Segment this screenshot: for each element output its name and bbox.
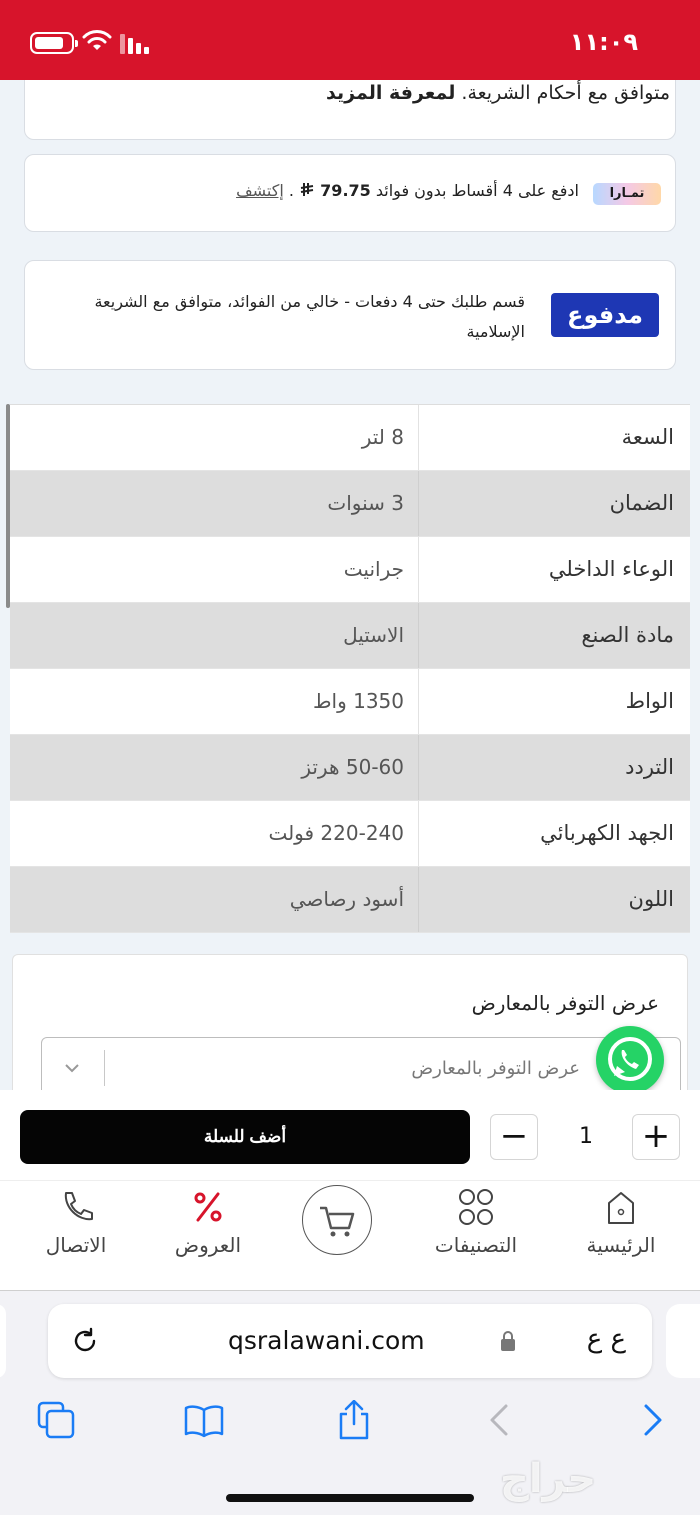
spec-value: 8 لتر [361,425,404,449]
table-row: التردد 50-60 هرتز [10,735,690,801]
nav-offers-label: العروض [174,1233,242,1257]
shariah-text: متوافق مع أحكام الشريعة. لمعرفة المزيد [326,82,670,104]
madfu-logo: مدفوع [551,293,659,337]
table-row: الجهد الكهربائي 220-240 فولت [10,801,690,867]
quantity-decrement-button[interactable]: − [490,1114,538,1160]
discover-link[interactable]: إكتشف [236,181,284,200]
table-row: الضمان 3 سنوات [10,471,690,537]
learn-more-link[interactable]: لمعرفة المزيد [326,82,455,104]
spec-label: الضمان [609,491,674,515]
availability-title: عرض التوفر بالمعارض [471,991,659,1015]
bookmarks-icon[interactable] [184,1400,224,1440]
forward-icon[interactable] [632,1400,672,1440]
battery-icon [30,32,78,54]
percent-icon [194,1192,222,1222]
product-page: متوافق مع أحكام الشريعة. لمعرفة المزيد ت… [0,80,700,1110]
specifications-table: السعة 8 لتر الضمان 3 سنوات الوعاء الداخل… [10,404,690,933]
table-row: السعة 8 لتر [10,405,690,471]
quantity-value: 1 [579,1124,593,1149]
phone-icon [64,1192,93,1221]
spec-value: 220-240 فولت [268,821,404,845]
showroom-select[interactable]: عرض التوفر بالمعارض [41,1037,681,1097]
spec-value: أسود رصاصي [289,887,404,911]
add-to-cart-bar: أضف للسلة − 1 + [0,1090,700,1180]
spec-label: مادة الصنع [581,623,674,647]
home-indicator[interactable] [226,1494,474,1502]
spec-label: الوعاء الداخلي [548,557,674,581]
address-bar[interactable]: qsralawani.com ع ع [48,1304,652,1378]
table-row: الوعاء الداخلي جرانيت [10,537,690,603]
chevron-down-icon [65,1064,79,1073]
tabs-icon[interactable] [36,1400,76,1440]
reload-icon[interactable] [70,1326,100,1356]
whatsapp-icon [608,1037,652,1081]
spec-value: الاستيل [343,623,404,647]
spec-label: التردد [625,755,674,779]
reader-settings-button[interactable]: ع ع [587,1324,626,1354]
nav-call[interactable]: الاتصال [30,1187,122,1257]
previous-tab-peek[interactable] [0,1304,6,1378]
status-bar: ١١:٠٩ [0,0,700,80]
availability-card: عرض التوفر بالمعارض عرض التوفر بالمعارض [12,954,688,1110]
tamara-text: ادفع على 4 أقساط بدون فوائد 79.75 . إكتش… [236,181,579,200]
spec-label: الواط [625,689,674,713]
url-text: qsralawani.com [228,1326,425,1355]
spec-label: الجهد الكهربائي [540,821,674,845]
cart-icon [320,1206,355,1237]
nav-home-label: الرئيسية [586,1233,656,1257]
back-icon[interactable] [480,1400,520,1440]
nav-offers[interactable]: العروض [160,1187,256,1257]
nav-call-label: الاتصال [45,1233,107,1257]
select-divider [104,1050,105,1086]
table-row: اللون أسود رصاصي [10,867,690,933]
table-row: مادة الصنع الاستيل [10,603,690,669]
spec-label: السعة [621,425,674,449]
madfu-text: قسم طلبك حتى 4 دفعات - خالي من الفوائد، … [94,292,525,341]
browser-toolbar: qsralawani.com ع ع حراج [0,1290,700,1515]
select-placeholder: عرض التوفر بالمعارض [411,1058,580,1079]
spec-label: اللون [628,887,674,911]
nav-home[interactable]: الرئيسية [574,1187,668,1257]
quantity-increment-button[interactable]: + [632,1114,680,1160]
cart-button[interactable] [302,1185,372,1255]
share-icon[interactable] [334,1400,374,1440]
add-to-cart-button[interactable]: أضف للسلة [20,1110,470,1164]
spec-value: جرانيت [343,557,404,581]
cellular-signal-icon [120,34,149,54]
tamara-logo: تمـارا [593,183,661,205]
grid-icon [459,1189,493,1225]
spec-value: 50-60 هرتز [301,755,404,779]
status-time: ١١:٠٩ [569,28,638,56]
lock-icon [501,1331,515,1351]
wifi-icon [82,30,112,50]
madfu-card: مدفوع قسم طلبك حتى 4 دفعات - خالي من الف… [24,260,676,370]
installment-amount: 79.75 [320,181,371,200]
bottom-navigation: الرئيسية التصنيفات العروض الاتصال [0,1180,700,1290]
tamara-card: تمـارا ادفع على 4 أقساط بدون فوائد 79.75… [24,154,676,232]
watermark-logo: حراج [500,1456,597,1502]
whatsapp-button[interactable] [596,1026,664,1094]
next-tab-peek[interactable] [666,1304,700,1378]
riyal-icon [300,183,314,196]
spec-value: 3 سنوات [327,491,404,515]
nav-categories[interactable]: التصنيفات [420,1187,532,1257]
table-row: الواط 1350 واط [10,669,690,735]
spec-value: 1350 واط [313,689,404,713]
home-icon [608,1192,634,1224]
nav-categories-label: التصنيفات [434,1233,518,1257]
